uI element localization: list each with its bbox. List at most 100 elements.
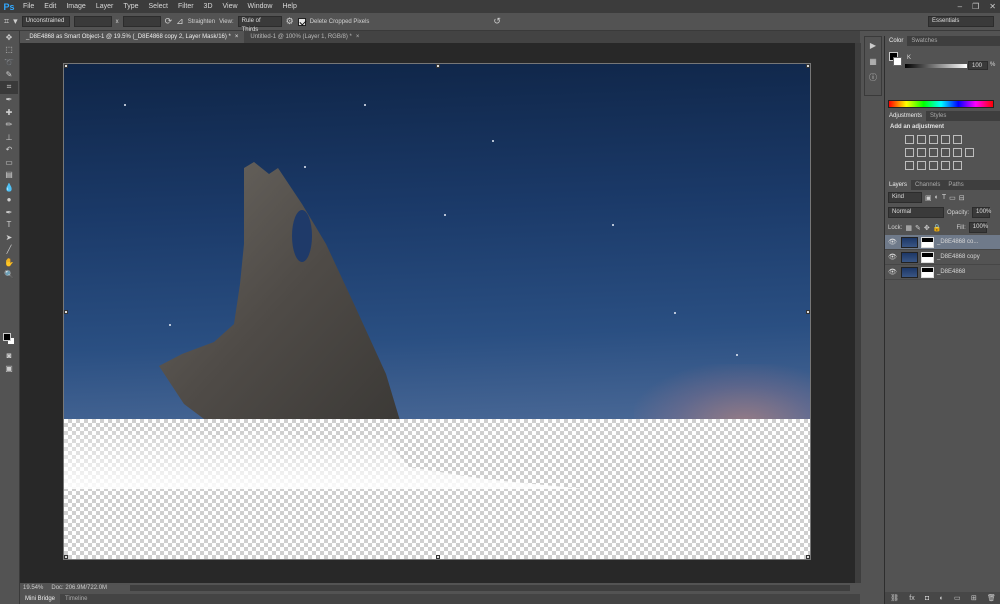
quick-mask-icon[interactable]: ◙ [0,349,18,362]
tab-channels[interactable]: Channels [911,180,944,190]
invert-icon[interactable] [905,161,914,170]
photo-filter-icon[interactable] [941,148,950,157]
type-tool-icon[interactable]: T [0,219,18,232]
color-balance-icon[interactable] [917,148,926,157]
restore-button[interactable]: ❐ [972,0,979,13]
workspace-select[interactable]: Essentials [928,16,994,27]
layer-row[interactable]: 👁 _D8E4868 co... [885,235,1000,250]
eye-icon[interactable]: 👁 [888,238,898,246]
crop-tool-preset-icon[interactable]: ⌗ [4,16,9,27]
levels-icon[interactable] [917,135,926,144]
close-button[interactable]: ✕ [989,0,996,13]
close-icon[interactable]: × [235,34,239,40]
chevron-down-icon[interactable]: ▾ [13,16,18,27]
background-swatch[interactable] [893,57,902,66]
color-spectrum[interactable] [888,100,994,108]
menu-3d[interactable]: 3D [199,0,218,13]
brightness-icon[interactable] [905,135,914,144]
gear-icon[interactable]: ⚙ [286,16,294,27]
tab-timeline[interactable]: Timeline [60,594,92,604]
width-field[interactable] [73,16,112,27]
eye-icon[interactable]: 👁 [888,253,898,261]
zoom-tool-icon[interactable]: 🔍 [0,269,18,282]
tab-smart-object[interactable]: _D8E4868 as Smart Object-1 @ 19.5% (_D8E… [20,31,245,43]
info-icon[interactable]: ⓘ [865,69,881,85]
hand-tool-icon[interactable]: ✋ [0,256,18,269]
layer-mask-thumbnail[interactable] [921,251,934,263]
tab-mini-bridge[interactable]: Mini Bridge [20,594,61,604]
eraser-tool-icon[interactable]: ▭ [0,156,18,169]
black-white-icon[interactable] [929,148,938,157]
selective-color-icon[interactable] [941,161,950,170]
fx-icon[interactable]: fx [909,595,914,602]
stamp-tool-icon[interactable]: ⊥ [0,131,18,144]
tab-paths[interactable]: Paths [944,180,967,190]
filter-shape-icon[interactable]: ▭ [949,194,956,202]
dodge-tool-icon[interactable]: ● [0,194,18,207]
view-select[interactable]: Rule of Thirds [237,16,282,33]
quick-select-tool-icon[interactable]: ✎ [0,69,18,82]
crop-handle[interactable] [64,555,68,559]
history-brush-icon[interactable]: ↶ [0,144,18,157]
move-tool-icon[interactable]: ✥ [0,31,18,44]
color-lookup-icon[interactable] [965,148,974,157]
crop-handle[interactable] [806,555,810,559]
filter-adjustment-icon[interactable]: ◐ [935,194,939,201]
lock-all-icon[interactable]: 🔒 [933,224,942,232]
play-icon[interactable]: ▶ [865,37,881,53]
threshold-icon[interactable] [929,161,938,170]
image-canvas[interactable] [63,63,811,560]
kind-filter-select[interactable]: Kind [888,192,922,203]
marquee-tool-icon[interactable]: ⬚ [0,44,18,57]
straighten-icon[interactable]: ⊿ [176,16,184,27]
filter-smart-icon[interactable]: ⊟ [959,194,965,202]
curves-icon[interactable] [929,135,938,144]
close-icon[interactable]: × [356,34,360,40]
tab-layers[interactable]: Layers [885,180,912,190]
menu-help[interactable]: Help [277,0,301,13]
healing-tool-icon[interactable]: ✚ [0,106,18,119]
crop-handle[interactable] [806,310,810,314]
foreground-color-swatch[interactable] [3,333,11,341]
layer-mask-thumbnail[interactable] [921,266,934,278]
crop-tool-icon[interactable]: ⌗ [0,81,18,94]
tab-swatches[interactable]: Swatches [907,36,941,46]
menu-layer[interactable]: Layer [91,0,119,13]
tab-untitled[interactable]: Untitled-1 @ 100% (Layer 1, RGB/8) * × [244,31,365,43]
k-value-field[interactable]: 100 [968,61,988,70]
menu-select[interactable]: Select [144,0,173,13]
tab-adjustments[interactable]: Adjustments [885,111,927,121]
exposure-icon[interactable] [941,135,950,144]
posterize-icon[interactable] [917,161,926,170]
layer-mask-thumbnail[interactable] [921,236,934,248]
straighten-label[interactable]: Straighten [188,19,215,25]
new-layer-icon[interactable]: ⊞ [971,594,977,602]
gradient-map-icon[interactable] [953,161,962,170]
new-group-icon[interactable]: ▭ [954,594,961,602]
crop-handle[interactable] [64,310,68,314]
menu-edit[interactable]: Edit [39,0,61,13]
crop-handle[interactable] [64,64,68,68]
height-field[interactable] [122,16,161,27]
delete-cropped-checkbox[interactable] [297,17,306,26]
layer-row[interactable]: 👁 _D8E4868 [885,265,1000,280]
menu-window[interactable]: Window [243,0,278,13]
filter-pixel-icon[interactable]: ▣ [925,194,932,202]
k-slider[interactable] [905,64,967,68]
menu-type[interactable]: Type [118,0,143,13]
brush-tool-icon[interactable]: ✏ [0,119,18,132]
tab-styles[interactable]: Styles [926,111,950,121]
crop-handle[interactable] [806,64,810,68]
eye-icon[interactable]: 👁 [888,268,898,276]
zoom-level[interactable]: 19.54% [23,585,43,591]
minimize-button[interactable]: – [958,0,962,13]
new-adjustment-icon[interactable]: ◐ [939,595,943,602]
eyedropper-tool-icon[interactable]: ✒ [0,94,18,107]
lock-image-icon[interactable]: ✎ [915,224,921,232]
layer-row[interactable]: 👁 _D8E4868 copy [885,250,1000,265]
reset-icon[interactable]: ↺ [493,16,501,27]
blur-tool-icon[interactable]: 💧 [0,181,18,194]
gradient-tool-icon[interactable]: ▤ [0,169,18,182]
hue-saturation-icon[interactable] [905,148,914,157]
vibrance-icon[interactable] [953,135,962,144]
